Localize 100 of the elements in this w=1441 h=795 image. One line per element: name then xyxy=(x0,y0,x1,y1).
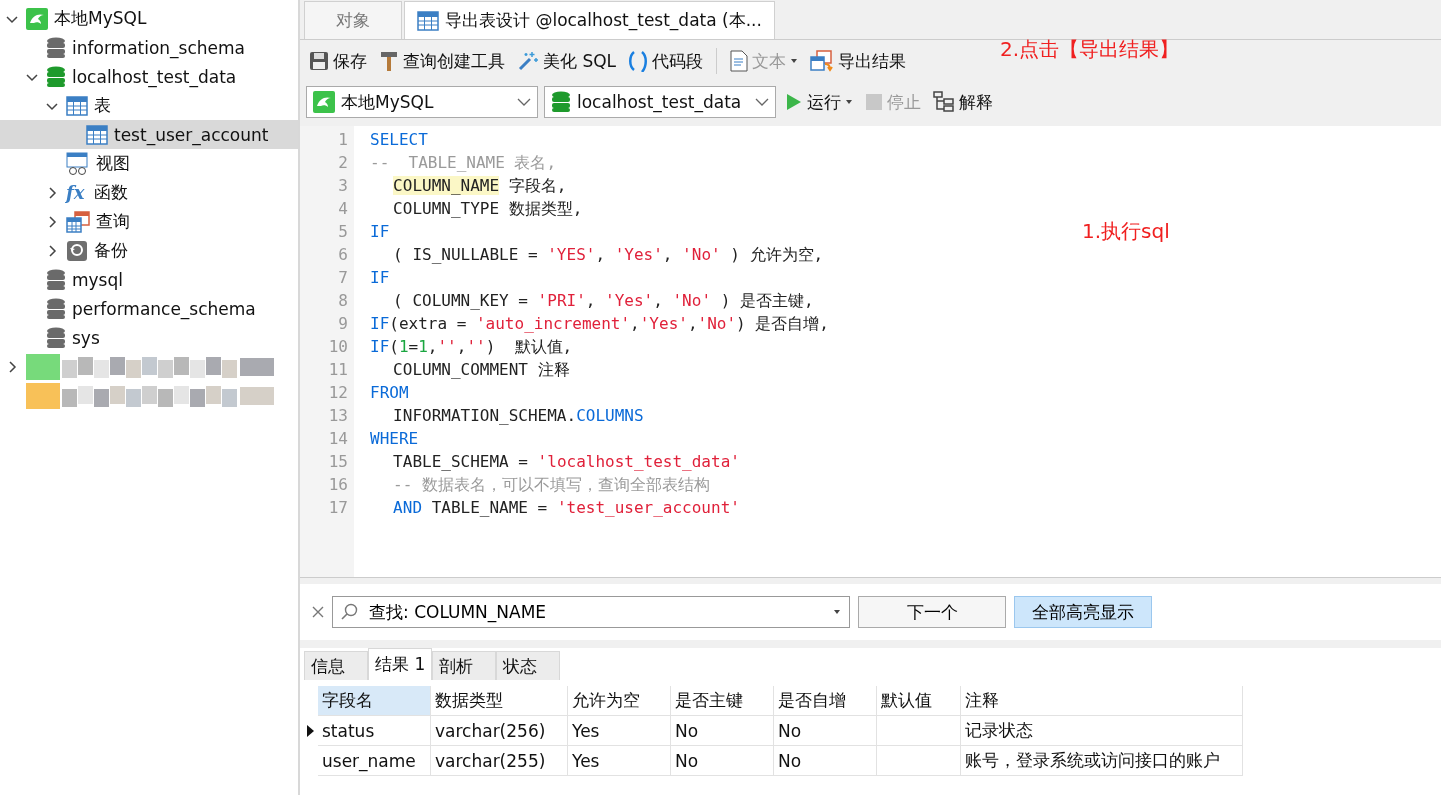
tree-item-label: localhost_test_data xyxy=(72,66,237,87)
line-number: 11 xyxy=(327,359,348,381)
highlight-all-button[interactable]: 全部高亮显示 xyxy=(1014,596,1152,628)
close-icon[interactable] xyxy=(312,606,324,618)
tree-item[interactable]: performance_schema xyxy=(0,294,298,323)
magic-wand-icon xyxy=(517,50,539,72)
table-cell: No xyxy=(671,716,774,746)
sql-editor[interactable] xyxy=(300,126,1441,578)
tab[interactable]: 信息 xyxy=(304,651,368,680)
chevron-right-icon[interactable] xyxy=(46,186,58,199)
view-icon xyxy=(66,151,90,176)
toolbar-button[interactable]: 查询创建工具 xyxy=(376,47,508,75)
line-number: 7 xyxy=(337,267,348,289)
code-line: SELECT xyxy=(370,129,428,151)
stop-icon xyxy=(865,93,883,111)
table-icon xyxy=(417,10,439,31)
toolbar-button[interactable]: 导出结果 xyxy=(807,47,910,75)
explain-icon xyxy=(933,91,955,113)
tree-item-label: information_schema xyxy=(72,37,246,58)
toolbar-button[interactable]: 美化 SQL xyxy=(514,47,620,75)
code-line: -- TABLE_NAME 表名, xyxy=(370,152,557,174)
chevron-right-icon[interactable] xyxy=(46,215,58,228)
column-header[interactable]: 默认值 xyxy=(877,686,961,716)
line-number: 9 xyxy=(337,313,348,335)
code-line: INFORMATION_SCHEMA.COLUMNS xyxy=(392,405,644,427)
play-icon xyxy=(785,92,803,112)
line-number: 5 xyxy=(337,221,348,243)
chevron-right-icon[interactable] xyxy=(6,360,18,373)
line-number: 8 xyxy=(337,290,348,312)
line-number: 2 xyxy=(337,152,348,174)
line-number: 4 xyxy=(337,198,348,220)
table-cell: No xyxy=(774,716,877,746)
tree-item-label: sys xyxy=(72,327,100,348)
backup-icon xyxy=(66,239,88,262)
tree-item[interactable]: mysql xyxy=(0,265,298,294)
tree-item[interactable]: sys xyxy=(0,323,298,352)
tab[interactable]: 状态 xyxy=(496,651,561,680)
tree-item[interactable]: 本地MySQL xyxy=(0,4,298,33)
find-input[interactable]: 查找: COLUMN_NAME xyxy=(367,601,825,623)
table-cell: 记录状态 xyxy=(961,716,1243,746)
table-cell: Yes xyxy=(568,716,671,746)
code-line: WHERE xyxy=(370,428,419,450)
tree-item-label: 视图 xyxy=(96,152,130,175)
code-line: AND TABLE_NAME = 'test_user_account' xyxy=(392,497,740,519)
tree-item[interactable]: 表 xyxy=(0,91,298,120)
chevron-right-icon[interactable] xyxy=(46,244,58,257)
code-line: -- 数据表名，可以不填写，查询全部表结构 xyxy=(392,474,710,496)
toolbar-button[interactable]: 运行 xyxy=(782,88,856,116)
code-line: FROM xyxy=(370,382,409,404)
line-number: 3 xyxy=(337,175,348,197)
tree-item[interactable]: 视图 xyxy=(0,149,298,178)
toolbar-button[interactable]: 保存 xyxy=(306,47,370,75)
tab[interactable]: 结果 1 xyxy=(368,648,433,680)
column-header[interactable]: 字段名 xyxy=(318,686,431,716)
document-icon xyxy=(730,50,749,72)
table-cell: No xyxy=(671,746,774,776)
line-number: 17 xyxy=(327,497,348,519)
line-number: 12 xyxy=(327,382,348,404)
toolbar-button[interactable]: 解释 xyxy=(930,88,996,116)
tab[interactable]: 导出表设计 @localhost_test_data (本... xyxy=(404,1,775,39)
tab[interactable]: 剖析 xyxy=(432,651,497,680)
function-icon: fx xyxy=(66,182,88,203)
tree-item[interactable]: 备份 xyxy=(0,236,298,265)
database-select[interactable]: localhost_test_data xyxy=(544,86,776,118)
find-field[interactable]: 查找: COLUMN_NAME xyxy=(332,596,850,628)
code-line: ( IS_NULLABLE = 'YES', 'Yes', 'No' ) 允许为空, xyxy=(392,244,824,266)
database-icon xyxy=(551,91,571,113)
column-header[interactable]: 是否主键 xyxy=(671,686,774,716)
table-cell: Yes xyxy=(568,746,671,776)
column-header[interactable]: 数据类型 xyxy=(431,686,568,716)
connection-name: 本地MySQL xyxy=(341,90,434,114)
tree-item[interactable]: localhost_test_data xyxy=(0,62,298,91)
tree-item[interactable]: fx 函数 xyxy=(0,178,298,207)
code-line: IF(1=1,'','') 默认值, xyxy=(370,336,573,358)
code-line: ( COLUMN_KEY = 'PRI', 'Yes', 'No' ) 是否主键, xyxy=(392,290,814,312)
tree-item[interactable]: information_schema xyxy=(0,33,298,62)
table-icon xyxy=(66,95,88,116)
chevron-down-icon xyxy=(517,97,531,107)
table-export-icon xyxy=(810,50,835,72)
tab-label: 导出表设计 @localhost_test_data (本... xyxy=(445,9,762,32)
table-cell: 账号，登录系统或访问接口的账户 xyxy=(961,746,1243,776)
dolphin-icon xyxy=(313,91,335,113)
column-header[interactable]: 注释 xyxy=(961,686,1243,716)
column-header[interactable]: 允许为空 xyxy=(568,686,671,716)
line-number: 13 xyxy=(327,405,348,427)
toolbar-button[interactable]: 代码段 xyxy=(625,47,707,75)
tree-item-label: 本地MySQL xyxy=(54,7,147,30)
tree-item-label: test_user_account xyxy=(114,124,269,145)
tree-item[interactable]: 查询 xyxy=(0,207,298,236)
tree-item[interactable]: test_user_account xyxy=(0,120,298,149)
connection-select[interactable]: 本地MySQL xyxy=(306,86,538,118)
table-cell: varchar(255) xyxy=(431,746,568,776)
parentheses-icon xyxy=(628,50,649,72)
tab[interactable]: 对象 xyxy=(304,1,402,39)
line-number: 6 xyxy=(337,244,348,266)
line-number: 1 xyxy=(337,129,348,151)
column-header[interactable]: 是否自增 xyxy=(774,686,877,716)
find-next-button[interactable]: 下一个 xyxy=(858,596,1006,628)
annotation-text: 2.点击【导出结果】 xyxy=(1000,36,1180,63)
code-line: TABLE_SCHEMA = 'localhost_test_data' xyxy=(392,451,740,473)
